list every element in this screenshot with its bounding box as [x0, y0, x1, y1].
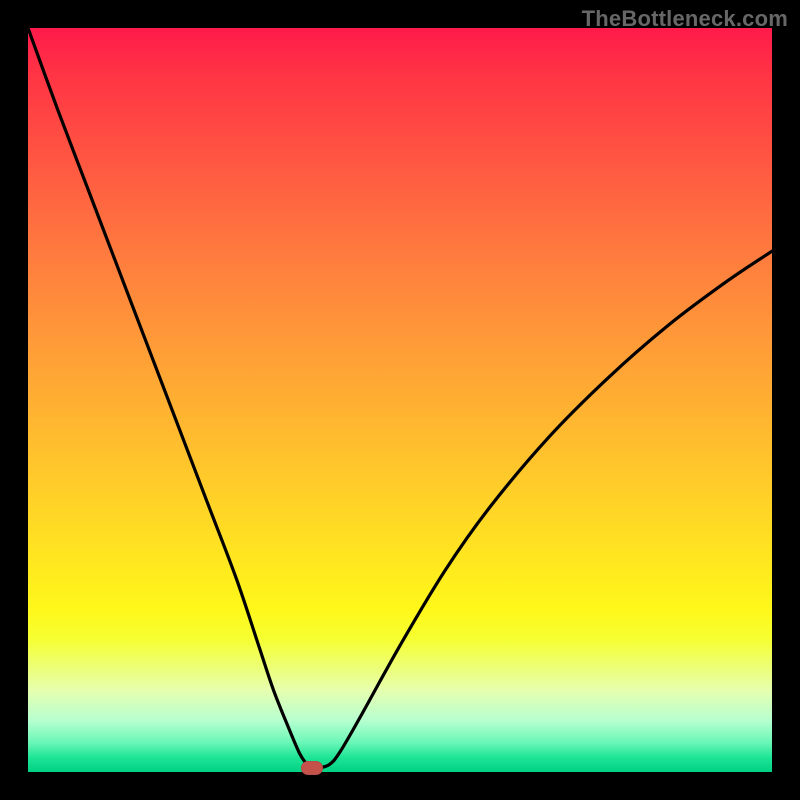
- minimum-marker: [301, 761, 323, 775]
- watermark-text: TheBottleneck.com: [582, 6, 788, 32]
- plot-area: [28, 28, 772, 772]
- bottleneck-curve: [28, 28, 772, 772]
- chart-frame: TheBottleneck.com: [0, 0, 800, 800]
